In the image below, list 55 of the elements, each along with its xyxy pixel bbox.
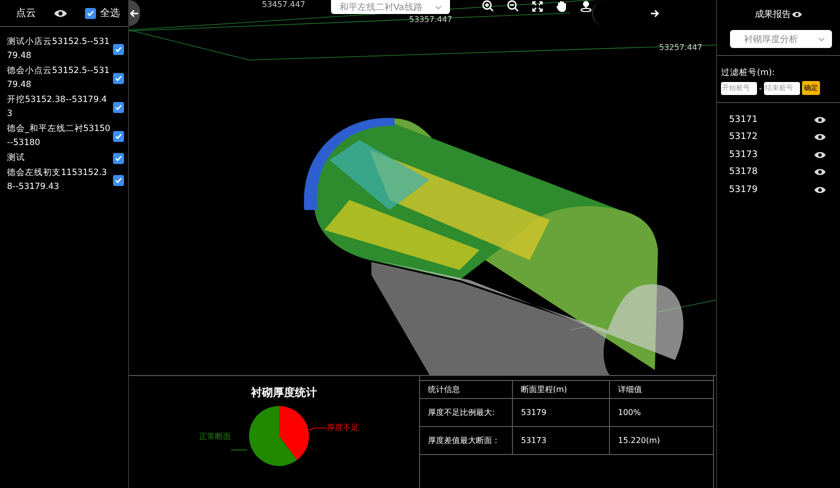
fullscreen-icon[interactable] [532,0,543,12]
table-cell: 53173 [512,426,610,454]
range-separator: - [759,84,762,92]
column-header: 统计信息 [420,380,512,398]
layer-checkbox[interactable] [113,44,124,54]
location-pin-icon[interactable] [580,0,592,12]
chevron-down-icon [435,4,442,10]
layer-name: 德会左线初支1153152.38--53179.43 [7,167,108,194]
layer-checkbox[interactable] [113,102,124,112]
panel-title: 点云 [16,6,36,20]
column-header: 详细值 [610,380,713,398]
eye-icon[interactable] [792,11,802,18]
layer-checkbox[interactable] [113,72,124,84]
collapse-left-button[interactable] [129,0,140,26]
table-cell: 53179 [512,398,610,426]
table-cell: 厚度不足比例最大: [420,398,512,426]
column-header: 断面里程(m) [512,380,610,398]
layer-name: 德会_和平左线二衬53150--53180 [7,123,111,150]
layer-name: 测试小店云53152.5--53179.48 [7,36,111,63]
select-all-label[interactable]: 全选 [100,6,120,20]
chart-title: 衬砌厚度统计 [251,385,317,400]
eye-icon[interactable] [814,168,826,176]
zoom-in-icon[interactable] [482,0,494,12]
layer-checkbox[interactable] [113,174,124,186]
mileage-label: 53357.447 [409,15,452,24]
select-all-checkbox[interactable] [85,8,96,18]
analysis-select[interactable]: 衬砌厚度分析 [730,30,832,48]
eye-icon[interactable] [814,186,826,194]
layer-name: 测试 [7,152,26,165]
route-select[interactable]: 和平左线二衬Va线路 [331,0,450,14]
pie-label: 厚度不足 [327,422,359,432]
hand-icon[interactable] [556,0,567,12]
panel-title: 成果报告 [755,8,791,21]
eye-icon[interactable] [54,8,67,18]
chevron-down-icon [818,36,825,42]
eye-icon[interactable] [814,133,826,142]
section-item[interactable]: 53171 [729,114,758,125]
layer-checkbox[interactable] [113,130,124,142]
mileage-label: 53457.447 [262,0,306,9]
filter-label: 过滤桩号(m): [721,67,776,79]
layer-name: 开挖53152.38--53179.43 [7,94,108,121]
zoom-out-icon[interactable] [507,0,519,12]
section-item[interactable]: 53172 [729,132,758,142]
mileage-label: 53257.447 [659,43,702,52]
eye-icon[interactable] [814,150,826,159]
layer-checkbox[interactable] [113,152,124,164]
table-cell: 厚度差值最大断面： [420,426,512,454]
section-item[interactable]: 53179 [729,184,758,195]
eye-icon[interactable] [814,116,826,124]
pie-label: 正常断面 [199,430,231,442]
arrow-right-icon [650,8,659,18]
arrow-left-icon [130,8,140,18]
layer-name: 德会小点云53152.5--53179.48 [7,65,111,92]
section-item[interactable]: 53173 [729,150,758,160]
section-item[interactable]: 53178 [729,167,758,178]
